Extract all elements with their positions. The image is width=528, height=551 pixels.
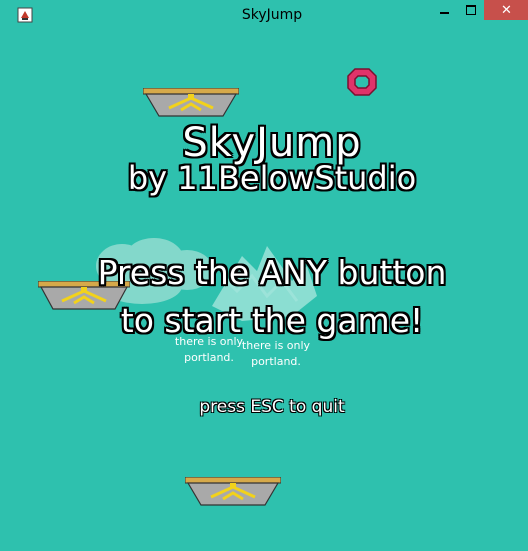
- platform-bottom: [185, 477, 281, 506]
- minimize-button[interactable]: [431, 0, 457, 20]
- quit-hint: press ESC to quit: [199, 397, 345, 417]
- title-bar[interactable]: SkyJump ✕: [8, 0, 528, 31]
- maximize-button[interactable]: [458, 0, 484, 20]
- studio-credit: by 11BelowStudio: [127, 159, 417, 197]
- start-prompt-line2: to start the game!: [120, 301, 424, 340]
- game-canvas[interactable]: there is only portland. there is only po…: [16, 31, 528, 543]
- sign-right-line2: portland.: [251, 355, 301, 368]
- close-icon: ✕: [501, 2, 512, 18]
- start-prompt-line1: Press the ANY button: [97, 253, 447, 292]
- ring-collectible: [347, 68, 377, 96]
- game-window: SkyJump ✕ there is only portland. there …: [0, 0, 528, 551]
- sign-right-line1: there is only: [241, 339, 311, 352]
- close-button[interactable]: ✕: [484, 0, 528, 20]
- sign-text-right: there is only portland.: [231, 338, 321, 370]
- platform-top: [143, 88, 239, 117]
- maximize-icon: [466, 5, 476, 15]
- minimize-icon: [439, 12, 449, 14]
